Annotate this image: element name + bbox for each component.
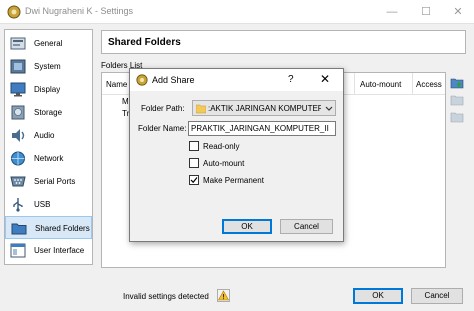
network-icon <box>11 151 25 166</box>
warning-icon[interactable] <box>217 289 230 302</box>
add-share-dialog: Add Share ? ✕ Folder Path: :AKTIK JARING… <box>129 68 344 242</box>
sidebar-item-audio[interactable]: Audio <box>5 124 92 147</box>
serial-ports-icon <box>10 176 26 187</box>
storage-icon <box>11 105 25 120</box>
auto-mount-checkbox[interactable] <box>189 158 199 168</box>
column-header-automount[interactable]: Auto-mount <box>360 80 401 89</box>
remove-folder-icon[interactable] <box>450 110 464 124</box>
folder-path-label: Folder Path: <box>141 104 185 113</box>
sidebar-item-label: User Interface <box>34 246 85 255</box>
general-icon <box>10 37 26 50</box>
user-interface-icon <box>10 243 26 258</box>
dialog-ok-button[interactable]: OK <box>222 219 272 234</box>
make-permanent-label: Make Permanent <box>203 176 264 185</box>
sidebar-item-storage[interactable]: Storage <box>5 101 92 124</box>
sidebar-item-system[interactable]: System <box>5 55 92 78</box>
folder-name-field[interactable] <box>188 121 336 136</box>
auto-mount-label: Auto-mount <box>203 159 245 168</box>
sidebar-item-label: Audio <box>34 131 55 140</box>
title-bar: Dwi Nugraheni K - Settings — ☐ ✕ <box>0 0 474 24</box>
read-only-label: Read-only <box>203 142 240 151</box>
sidebar-item-label: Shared Folders <box>35 224 90 233</box>
sidebar-item-shared-folders[interactable]: Shared Folders <box>5 216 92 239</box>
page-title: Shared Folders <box>108 37 181 48</box>
audio-icon <box>12 129 25 142</box>
dialog-cancel-button[interactable]: Cancel <box>280 219 333 234</box>
folder-name-label: Folder Name: <box>138 124 187 133</box>
sidebar-item-label: Display <box>34 85 61 94</box>
dialog-title-bar: Add Share ? ✕ <box>130 69 343 91</box>
status-text: Invalid settings detected <box>123 292 209 301</box>
sidebar-item-label: Network <box>34 154 64 163</box>
cancel-button[interactable]: Cancel <box>411 288 463 304</box>
ok-button[interactable]: OK <box>353 288 403 304</box>
shared-folders-icon <box>11 223 27 235</box>
read-only-checkbox[interactable] <box>189 141 199 151</box>
sidebar-item-user-interface[interactable]: User Interface <box>5 239 92 262</box>
dialog-title: Add Share <box>152 75 195 85</box>
column-divider <box>354 73 355 95</box>
sidebar-item-label: Storage <box>34 108 63 117</box>
column-header-name[interactable]: Name <box>106 80 127 89</box>
sidebar-item-usb[interactable]: USB <box>5 193 92 216</box>
sidebar-item-serial-ports[interactable]: Serial Ports <box>5 170 92 193</box>
folder-icon <box>196 104 206 114</box>
sidebar-item-general[interactable]: General <box>5 32 92 55</box>
add-folder-icon[interactable] <box>450 76 464 90</box>
make-permanent-checkbox[interactable] <box>189 175 199 185</box>
minimize-button[interactable]: — <box>376 0 408 24</box>
sidebar-item-display[interactable]: Display <box>5 78 92 101</box>
edit-folder-icon[interactable] <box>450 93 464 107</box>
page-header: Shared Folders <box>101 30 466 54</box>
dialog-close-button[interactable]: ✕ <box>320 72 330 86</box>
maximize-button[interactable]: ☐ <box>410 0 442 24</box>
system-icon <box>10 59 26 74</box>
window-title: Dwi Nugraheni K - Settings <box>25 6 134 16</box>
settings-sidebar: General System Display Storage Audio Net… <box>4 29 93 265</box>
sidebar-item-network[interactable]: Network <box>5 147 92 170</box>
display-icon <box>10 82 26 97</box>
usb-icon <box>13 198 23 212</box>
folder-path-value: :AKTIK JARINGAN KOMPUTER II <box>208 104 321 113</box>
chevron-down-icon[interactable] <box>324 104 334 113</box>
sidebar-item-label: USB <box>34 200 51 209</box>
column-divider <box>412 73 413 95</box>
folder-path-select[interactable]: :AKTIK JARINGAN KOMPUTER II <box>192 100 336 116</box>
virtualbox-app-icon <box>7 5 21 19</box>
help-button[interactable]: ? <box>288 74 294 85</box>
virtualbox-app-icon <box>136 74 148 86</box>
checkmark-icon <box>190 177 198 184</box>
sidebar-item-label: General <box>34 39 63 48</box>
sidebar-item-label: Serial Ports <box>34 177 76 186</box>
close-button[interactable]: ✕ <box>442 0 474 24</box>
column-header-access[interactable]: Access <box>416 80 442 89</box>
tree-item-machine-folders[interactable]: M <box>122 97 129 106</box>
folder-name-input[interactable] <box>191 123 333 134</box>
sidebar-item-label: System <box>34 62 61 71</box>
